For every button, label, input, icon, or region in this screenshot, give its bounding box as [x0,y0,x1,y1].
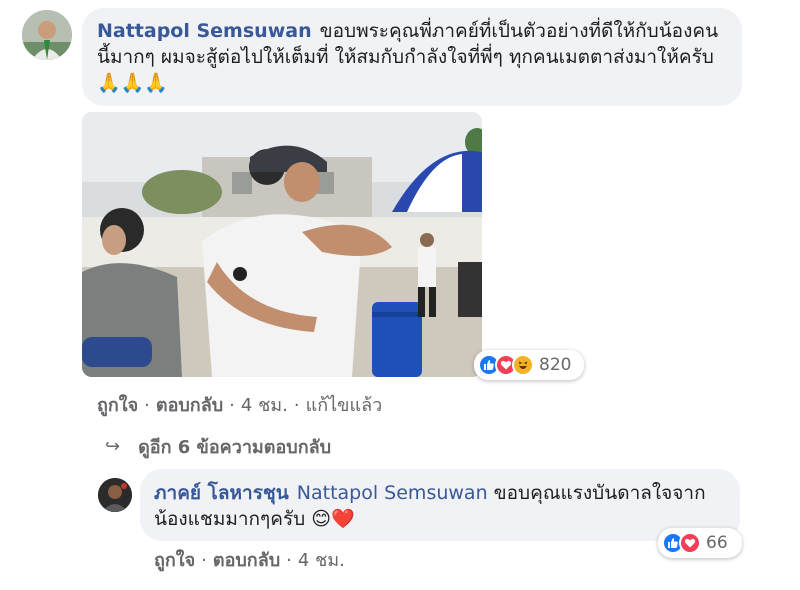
avatar-image [98,478,132,512]
comment-text-block: Nattapol Semsuwan ขอบพระคุณพี่ภาคย์ที่เป็… [97,18,726,96]
reply-bubble: ภาคย์ โลหารชุน Nattapol Semsuwan ขอบคุณแร… [140,469,740,541]
edited-label: แก้ไขแล้ว [305,395,383,416]
avatar-image [22,10,72,60]
reply-emoji: 😊❤️ [311,508,355,530]
reply-link[interactable]: ตอบกลับ [213,550,280,571]
comment-photo[interactable] [82,112,482,377]
reply-mention-link[interactable]: Nattapol Semsuwan [297,482,488,504]
photo-image [82,112,482,377]
separator-dot: · [293,395,300,416]
love-icon [679,532,701,554]
view-more-replies-label: ดูอีก 6 ข้อความตอบกลับ [138,437,332,458]
comment-bubble: Nattapol Semsuwan ขอบพระคุณพี่ภาคย์ที่เป็… [82,8,742,106]
comment-author-link[interactable]: Nattapol Semsuwan [97,20,312,42]
separator-dot: · [229,395,235,416]
like-link[interactable]: ถูกใจ [154,550,195,571]
reaction-count: 66 [706,533,728,553]
reaction-count: 820 [539,355,572,375]
view-more-replies-button[interactable]: ↪ ดูอีก 6 ข้อความตอบกลับ [105,432,331,461]
separator-dot: · [201,550,207,571]
reply-link[interactable]: ตอบกลับ [156,395,223,416]
commenter-avatar[interactable] [22,10,72,60]
haha-icon [512,354,534,376]
reply-text-block: ภาคย์ โลหารชุน Nattapol Semsuwan ขอบคุณแร… [154,480,726,532]
reply-arrow-icon: ↪ [105,436,121,457]
separator-dot: · [286,550,292,571]
separator-dot: · [144,395,150,416]
reply-timestamp[interactable]: 4 ชม. [298,550,345,571]
like-link[interactable]: ถูกใจ [97,395,138,416]
comment-actions: ถูกใจ · ตอบกลับ · 4 ชม. · แก้ไขแล้ว [97,390,382,419]
comment-timestamp[interactable]: 4 ชม. [241,395,288,416]
comment-emoji: 🙏🙏🙏 [97,72,168,94]
reply-reactions[interactable]: 66 [658,528,742,558]
reply-author-avatar[interactable] [98,478,132,512]
comment-reactions[interactable]: 820 [474,350,584,380]
reply-author-link[interactable]: ภาคย์ โลหารชุน [154,482,289,504]
reply-actions: ถูกใจ · ตอบกลับ · 4 ชม. [154,545,345,574]
